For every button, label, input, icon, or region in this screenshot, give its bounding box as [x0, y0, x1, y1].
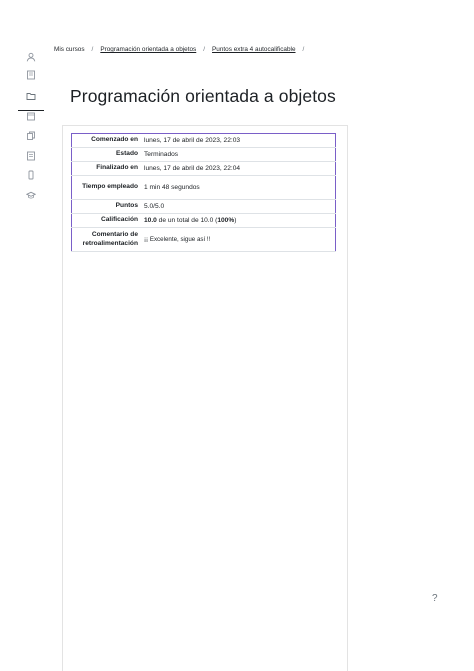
breadcrumb: Mis cursos / Programación orientada a ob… [54, 46, 311, 53]
list-icon [27, 151, 35, 161]
grade-total-text: de un total de 10.0 ( [156, 217, 218, 224]
book-icon [27, 70, 35, 80]
quiz-summary-table: Comenzado en lunes, 17 de abril de 2023,… [71, 133, 336, 252]
grade-value: 10.0 de un total de 10.0 (100%) [143, 214, 336, 228]
table-row: Estado Terminados [71, 148, 336, 162]
started-label: Comenzado en [91, 136, 138, 144]
table-row: Calificación 10.0 de un total de 10.0 (1… [71, 214, 336, 228]
rail-item-mobile[interactable] [18, 166, 44, 184]
graduation-cap-icon [26, 191, 36, 199]
breadcrumb-separator: / [203, 46, 206, 53]
table-row: Finalizado en lunes, 17 de abril de 2023… [71, 162, 336, 176]
feedback-label: Comentario de retroalimentación [82, 231, 138, 247]
breadcrumb-item-course[interactable]: Programación orientada a objetos [100, 46, 196, 53]
rail-item-list[interactable] [18, 147, 44, 165]
rail-item-learning[interactable] [18, 186, 44, 204]
finished-value: lunes, 17 de abril de 2023, 22:04 [144, 165, 241, 172]
calendar-icon [27, 112, 35, 121]
grade-close-paren: ) [234, 217, 237, 224]
state-value: Terminados [144, 151, 179, 158]
feedback-value: ¡¡ Excelente, sigue así !! [144, 236, 211, 243]
grade-score: 10.0 [144, 217, 157, 224]
rail-item-course[interactable] [18, 87, 44, 111]
user-icon [26, 52, 36, 62]
rail-item-files[interactable] [18, 127, 44, 145]
table-row: Puntos 5.0/5.0 [71, 200, 336, 214]
rail-item-grades[interactable] [18, 66, 44, 84]
state-label: Estado [116, 150, 138, 158]
breadcrumb-item-quiz[interactable]: Puntos extra 4 autocalificable [212, 46, 295, 53]
grade-label: Calificación [100, 216, 138, 224]
breadcrumb-item-my-courses[interactable]: Mis cursos [54, 46, 85, 53]
points-value: 5.0/5.0 [144, 203, 165, 210]
table-row: Comentario de retroalimentación ¡¡ Excel… [71, 228, 336, 252]
help-button[interactable]: ? [432, 593, 438, 604]
folder-icon [26, 93, 36, 100]
breadcrumb-separator: / [302, 46, 305, 53]
table-row: Comenzado en lunes, 17 de abril de 2023,… [71, 134, 336, 148]
phone-icon [28, 170, 34, 180]
rail-item-calendar[interactable] [18, 107, 44, 125]
grade-percent: 100% [217, 217, 235, 224]
page-title: Programación orientada a objetos [70, 86, 336, 106]
points-label: Puntos [115, 202, 138, 210]
breadcrumb-separator: / [91, 46, 94, 53]
files-icon [27, 131, 35, 140]
started-value: lunes, 17 de abril de 2023, 22:03 [144, 137, 241, 144]
finished-label: Finalizado en [96, 164, 138, 172]
time-taken-label: Tiempo empleado [82, 183, 138, 191]
table-row: Tiempo empleado 1 min 48 segundos [71, 176, 336, 200]
time-taken-value: 1 min 48 segundos [144, 184, 200, 191]
rail-item-participants[interactable] [18, 48, 44, 66]
